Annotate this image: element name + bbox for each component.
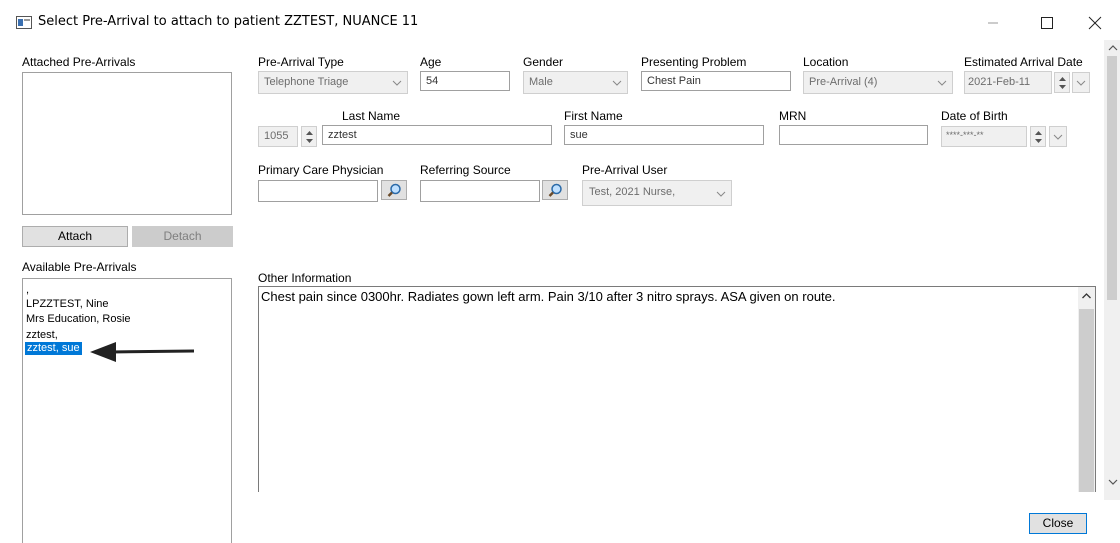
chevron-down-icon: [392, 80, 402, 86]
pre-arrival-user-value: Test, 2021 Nurse,: [589, 186, 676, 198]
other-info-text: Chest pain since 0300hr. Radiates gown l…: [261, 289, 836, 304]
dob-label: Date of Birth: [941, 109, 1008, 123]
list-item[interactable]: ,: [26, 284, 29, 297]
dob-spinner[interactable]: [1030, 126, 1046, 147]
maximize-icon[interactable]: [1024, 8, 1070, 38]
chevron-down-icon: [937, 80, 947, 86]
pre-arrival-user-select[interactable]: Test, 2021 Nurse,: [582, 180, 732, 206]
search-icon: [548, 183, 562, 197]
minimize-icon[interactable]: [970, 8, 1016, 38]
attached-pre-arrivals-list[interactable]: [22, 72, 232, 215]
list-item[interactable]: Mrs Education, Rosie: [26, 313, 131, 326]
list-item[interactable]: zztest,: [26, 329, 58, 342]
location-label: Location: [803, 55, 849, 69]
title-bar: Select Pre-Arrival to attach to patient …: [0, 0, 1120, 44]
arrow-annotation-icon: [90, 342, 195, 362]
mrn-label: MRN: [779, 109, 807, 123]
other-info-textarea[interactable]: Chest pain since 0300hr. Radiates gown l…: [258, 286, 1096, 492]
eta-label: Estimated Arrival Date: [964, 55, 1083, 69]
gender-value: Male: [529, 76, 553, 88]
last-name-input[interactable]: zztest: [322, 125, 552, 145]
location-value: Pre-Arrival (4): [809, 76, 878, 88]
scroll-up-icon[interactable]: [1108, 44, 1118, 52]
gender-label: Gender: [523, 55, 564, 69]
last-name-label: Last Name: [342, 109, 401, 123]
spin-arrows-icon: [1035, 131, 1042, 143]
pcp-input[interactable]: [258, 180, 378, 202]
window-scrollbar-thumb[interactable]: [1107, 56, 1117, 300]
pre-arrival-type-value: Telephone Triage: [264, 76, 349, 88]
detach-button[interactable]: Detach: [132, 226, 233, 247]
chevron-down-icon: [1053, 134, 1063, 140]
scroll-up-icon[interactable]: [1081, 292, 1092, 300]
chevron-down-icon: [612, 80, 622, 86]
search-icon: [387, 183, 401, 197]
list-item[interactable]: LPZZTEST, Nine: [26, 298, 109, 311]
eta-dropdown[interactable]: [1072, 72, 1090, 93]
location-select[interactable]: Pre-Arrival (4): [803, 71, 953, 94]
window-scrollbar[interactable]: [1104, 40, 1120, 500]
presenting-problem-input[interactable]: Chest Pain: [641, 71, 791, 91]
id-spinner[interactable]: [301, 126, 317, 147]
list-item-selected[interactable]: zztest, sue: [25, 342, 82, 355]
presenting-problem-label: Presenting Problem: [641, 55, 747, 69]
age-input[interactable]: 54: [420, 71, 510, 91]
pcp-search-button[interactable]: [381, 180, 407, 200]
other-info-label: Other Information: [258, 271, 352, 285]
pcp-label: Primary Care Physician: [258, 163, 384, 177]
mrn-input[interactable]: [779, 125, 928, 145]
window-title: Select Pre-Arrival to attach to patient …: [38, 14, 419, 29]
first-name-input[interactable]: sue: [564, 125, 764, 145]
pre-arrival-type-label: Pre-Arrival Type: [258, 55, 344, 69]
attached-pre-arrivals-label: Attached Pre-Arrivals: [22, 55, 136, 69]
chevron-down-icon: [716, 191, 726, 197]
referring-source-input[interactable]: [420, 180, 540, 202]
scroll-down-icon[interactable]: [1108, 478, 1118, 486]
attach-button[interactable]: Attach: [22, 226, 128, 247]
id-field[interactable]: 1055: [258, 126, 298, 147]
referring-source-label: Referring Source: [420, 163, 511, 177]
textarea-scrollbar[interactable]: [1078, 287, 1095, 492]
pre-arrival-user-label: Pre-Arrival User: [582, 163, 668, 177]
eta-spinner[interactable]: [1054, 72, 1070, 93]
chevron-down-icon: [1076, 80, 1086, 86]
spin-arrows-icon: [1059, 77, 1066, 89]
dob-field[interactable]: ****-***-**: [941, 126, 1027, 147]
dob-dropdown[interactable]: [1049, 126, 1067, 147]
eta-date-field[interactable]: 2021-Feb-11: [964, 71, 1052, 94]
age-label: Age: [420, 55, 442, 69]
available-pre-arrivals-label: Available Pre-Arrivals: [22, 260, 137, 274]
close-button[interactable]: Close: [1029, 513, 1087, 534]
app-icon: [16, 16, 32, 29]
pre-arrival-type-select[interactable]: Telephone Triage: [258, 71, 408, 94]
gender-select[interactable]: Male: [523, 71, 628, 94]
scrollbar-thumb[interactable]: [1079, 309, 1094, 492]
referring-search-button[interactable]: [542, 180, 568, 200]
first-name-label: First Name: [564, 109, 623, 123]
spin-arrows-icon: [306, 131, 313, 143]
close-icon[interactable]: [1072, 8, 1118, 38]
